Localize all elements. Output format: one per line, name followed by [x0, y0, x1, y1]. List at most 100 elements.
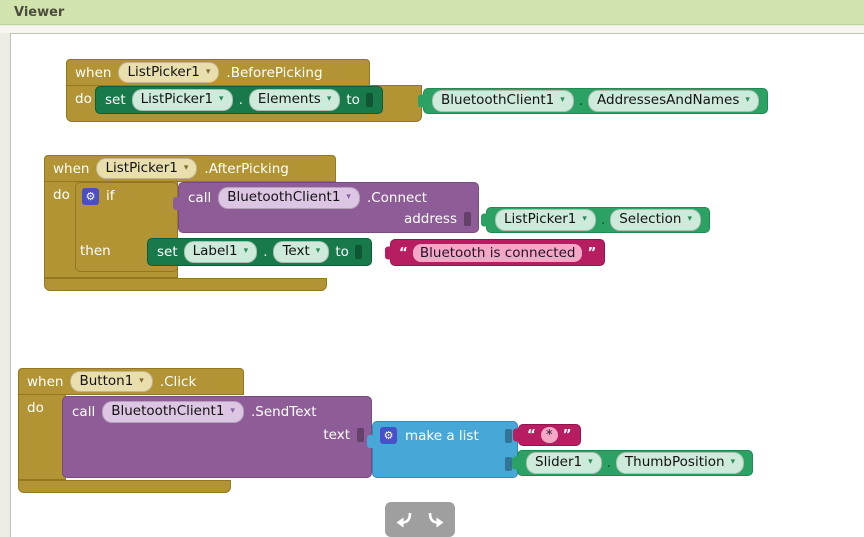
property-name: ThumbPosition	[624, 454, 725, 471]
make-a-list-label: make a list	[405, 427, 479, 444]
component-dropdown[interactable]: BluetoothClient1 ▾	[218, 187, 360, 209]
dot-separator: .	[238, 92, 243, 108]
getter-addressesandnames-block[interactable]: BluetoothClient1 ▾ . AddressesAndNames ▾	[423, 88, 768, 114]
component-dropdown[interactable]: Slider1 ▾	[526, 452, 602, 474]
when-keyword: when	[27, 373, 64, 390]
event-block-beforepicking[interactable]: when ListPicker1 ▾ .BeforePicking	[66, 59, 370, 86]
chevron-down-icon: ▾	[582, 214, 587, 225]
component-dropdown[interactable]: BluetoothClient1 ▾	[102, 401, 244, 423]
chevron-down-icon: ▾	[346, 192, 351, 203]
method-name: .Connect	[366, 189, 428, 206]
chevron-down-icon: ▾	[205, 66, 211, 77]
open-quote: “	[527, 427, 536, 443]
component-dropdown[interactable]: ListPicker1 ▾	[495, 209, 596, 231]
value-socket	[357, 428, 364, 442]
do-keyword: do	[53, 187, 70, 203]
chevron-down-icon: ▾	[139, 375, 144, 386]
viewer-panel-header: Viewer	[0, 0, 864, 25]
property-dropdown[interactable]: Elements ▾	[248, 89, 341, 111]
string-block-asterisk[interactable]: “ * ”	[518, 424, 581, 446]
dot-separator: .	[578, 93, 584, 109]
chevron-down-icon: ▾	[745, 95, 750, 106]
dot-separator: .	[606, 455, 611, 471]
property-name: AddressesAndNames	[597, 92, 740, 109]
when-keyword: when	[53, 160, 90, 177]
panel-gap	[0, 26, 864, 33]
event-block-bottom[interactable]	[44, 278, 327, 291]
redo-button[interactable]	[423, 508, 449, 532]
getter-thumbposition-block[interactable]: Slider1 ▾ . ThumbPosition ▾	[517, 450, 754, 476]
call-connect-block[interactable]: call BluetoothClient1 ▾ .Connect address	[173, 182, 479, 233]
dot-separator: .	[600, 212, 606, 228]
component-dropdown[interactable]: ListPicker1 ▾	[96, 157, 198, 180]
component-name: BluetoothClient1	[227, 189, 341, 205]
property-dropdown[interactable]: Text ▾	[273, 241, 330, 263]
item-socket	[505, 457, 512, 471]
component-name: ListPicker1	[140, 91, 214, 108]
component-dropdown[interactable]: ListPicker1 ▾	[131, 89, 233, 111]
undo-redo-toolbar	[385, 502, 455, 537]
component-name: ListPicker1	[504, 211, 577, 228]
chevron-down-icon: ▾	[183, 162, 189, 173]
value-socket	[354, 245, 362, 259]
chevron-down-icon: ▾	[687, 214, 692, 225]
string-block-connected[interactable]: “ Bluetooth is connected ”	[390, 239, 606, 266]
mutator-gear-icon[interactable]: ⚙	[82, 188, 99, 205]
chevron-down-icon: ▾	[243, 246, 249, 257]
component-name: ListPicker1	[105, 159, 178, 176]
set-keyword: set	[157, 244, 178, 260]
property-name: Text	[282, 243, 310, 260]
component-dropdown[interactable]: BluetoothClient1 ▾	[432, 90, 574, 112]
set-keyword: set	[105, 92, 126, 108]
undo-button[interactable]	[391, 508, 417, 532]
item-socket	[505, 429, 512, 443]
event-name: .BeforePicking	[226, 64, 323, 81]
arg-label: text	[323, 427, 350, 443]
mutator-gear-icon[interactable]: ⚙	[380, 427, 397, 444]
redo-icon	[428, 512, 444, 528]
component-name: Label1	[192, 243, 238, 260]
panel-title: Viewer	[14, 4, 65, 20]
component-name: Button1	[79, 372, 134, 389]
property-dropdown[interactable]: ThumbPosition ▾	[615, 452, 745, 474]
when-keyword: when	[75, 64, 112, 81]
event-block-bottom[interactable]	[18, 480, 231, 493]
property-dropdown[interactable]: Selection ▾	[610, 209, 701, 231]
event-block-click[interactable]: when Button1 ▾ .Click	[18, 368, 244, 395]
set-text-block[interactable]: set Label1 ▾ . Text ▾ to	[147, 238, 372, 266]
property-name: Elements	[257, 91, 321, 108]
chevron-down-icon: ▾	[730, 457, 736, 468]
undo-icon	[396, 512, 412, 528]
open-quote: “	[399, 244, 408, 261]
chevron-down-icon: ▾	[219, 94, 224, 105]
close-quote: ”	[587, 244, 597, 261]
to-keyword: to	[335, 244, 349, 260]
property-dropdown[interactable]: AddressesAndNames ▾	[588, 90, 759, 112]
event-name: .Click	[159, 373, 197, 390]
component-dropdown[interactable]: Button1 ▾	[70, 370, 153, 393]
make-a-list-block[interactable]: ⚙ make a list	[367, 421, 518, 478]
arg-label: address	[403, 211, 457, 227]
dot-separator: .	[263, 244, 268, 260]
chevron-down-icon: ▾	[315, 246, 321, 257]
property-name: Selection	[619, 211, 682, 228]
getter-selection-block[interactable]: ListPicker1 ▾ . Selection ▾	[486, 207, 710, 233]
if-keyword: if	[106, 188, 115, 204]
component-name: BluetoothClient1	[111, 403, 225, 419]
set-elements-block[interactable]: set ListPicker1 ▾ . Elements ▾ to	[95, 86, 383, 114]
string-text-field[interactable]: *	[540, 427, 558, 443]
component-dropdown[interactable]: Label1 ▾	[183, 241, 258, 263]
event-name: .AfterPicking	[204, 160, 289, 177]
chevron-down-icon: ▾	[560, 95, 565, 106]
chevron-down-icon: ▾	[588, 457, 593, 468]
component-name: BluetoothClient1	[441, 92, 555, 109]
event-block-afterpicking[interactable]: when ListPicker1 ▾ .AfterPicking	[44, 155, 336, 182]
event-block-body[interactable]: do	[18, 394, 66, 480]
call-sendtext-block[interactable]: call BluetoothClient1 ▾ .SendText text	[62, 396, 372, 478]
value-socket	[464, 212, 471, 226]
chevron-down-icon: ▾	[230, 406, 235, 417]
component-name: Slider1	[535, 454, 583, 471]
component-dropdown[interactable]: ListPicker1 ▾	[118, 61, 220, 84]
close-quote: ”	[562, 427, 572, 443]
string-text-field[interactable]: Bluetooth is connected	[412, 243, 583, 262]
